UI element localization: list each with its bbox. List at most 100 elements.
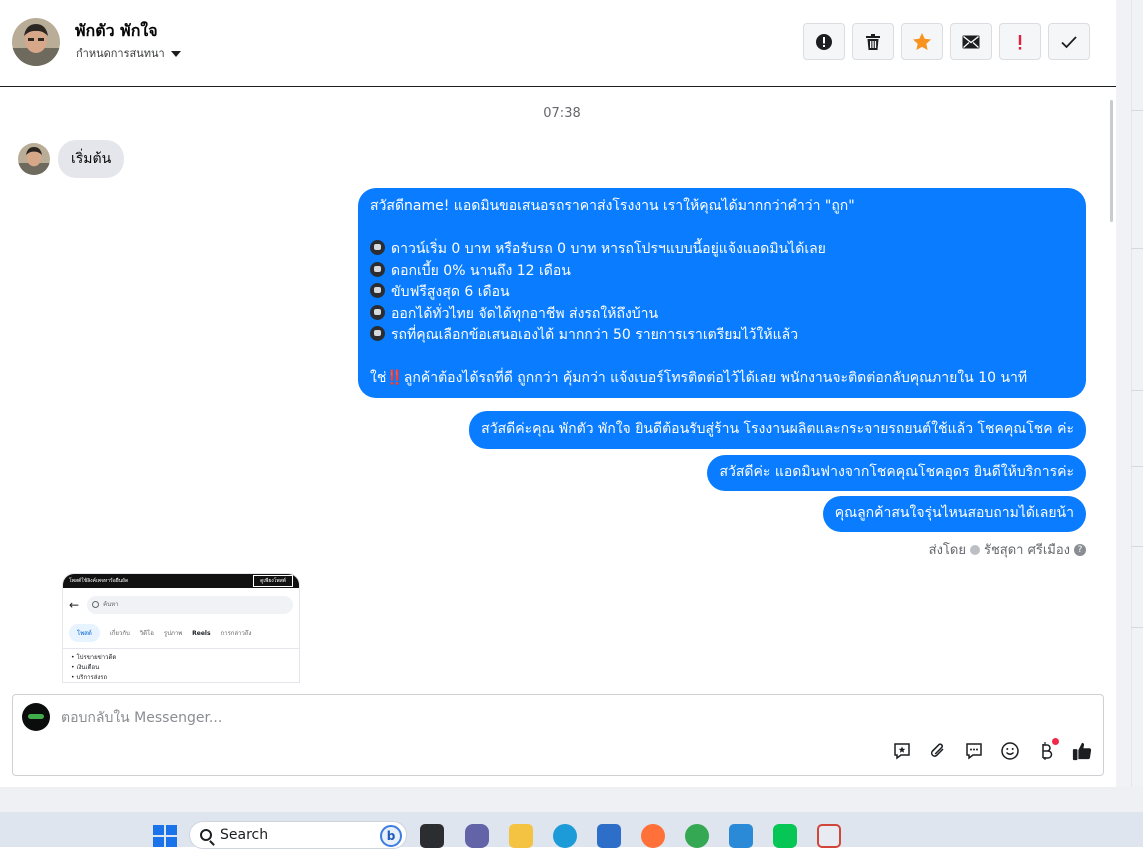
message-line-text: ลูกค้าต้องได้รถที่ดี ถูกกว่า คุ้มกว่า แจ… — [403, 370, 1028, 386]
message-line-text: ดอกเบี้ย 0% นานถึง 12 เดือน — [391, 262, 571, 279]
panel-divider — [1131, 110, 1143, 111]
delete-button[interactable] — [852, 23, 894, 60]
car-emoji-icon — [370, 261, 385, 277]
panel-divider — [1131, 0, 1132, 787]
mark-spam-button[interactable] — [803, 23, 845, 60]
conversation-label-dropdown[interactable]: กำหนดการสนทนา — [76, 44, 181, 62]
car-emoji-icon — [370, 304, 385, 320]
sent-status-icon — [969, 544, 980, 555]
attachment-list-item: • เงินเดือน — [71, 664, 100, 671]
sent-by-label: ส่งโดย รัชสุดา ศรีเมือง ? — [929, 539, 1086, 560]
star-icon — [913, 33, 931, 50]
attachment-topbar-text: โพสต์ใช้ลิงค์เพจหาร้อยืนยัด — [69, 578, 129, 584]
spam-icon — [816, 33, 832, 50]
store-icon[interactable] — [597, 824, 621, 848]
message-line: รถที่คุณเลือกข้อเสนอเองได้ มากกว่า 50 รา… — [370, 325, 1074, 347]
check-icon — [1061, 35, 1077, 48]
panel-divider — [1131, 627, 1143, 628]
sent-by-prefix: ส่งโดย — [928, 543, 966, 558]
explorer-icon[interactable] — [509, 824, 533, 848]
mark-done-button[interactable] — [1048, 23, 1090, 60]
teams-icon[interactable] — [465, 824, 489, 848]
bing-icon[interactable]: b — [380, 825, 402, 847]
messenger-window: พักตัว พักใจ กำหนดการสนทนา 07:38 เริ่มต้… — [0, 0, 1116, 787]
attachment-list-item: • บริการส่งรถ — [71, 674, 108, 681]
sent-by-name[interactable]: รัชสุดา ศรีเมือง — [984, 539, 1070, 560]
quick-reply-button[interactable] — [964, 741, 984, 761]
message-line-text: รถที่คุณเลือกข้อเสนอเองได้ มากกว่า 50 รา… — [391, 327, 799, 343]
message-line: สวัสดีname! แอดมินขอเสนอรถราคาส่งโรงงาน … — [370, 198, 855, 214]
panel-divider — [1131, 466, 1143, 467]
attach-icon — [930, 743, 944, 757]
emoji-button[interactable] — [1000, 741, 1020, 761]
star-button[interactable] — [901, 23, 943, 60]
received-message-row: เริ่มต้น — [18, 140, 125, 178]
panel-divider — [1131, 390, 1143, 391]
attachment-tab: รูปภาพ — [163, 630, 183, 637]
chrome-icon[interactable] — [685, 824, 709, 848]
double-exclamation-emoji: ‼️ — [386, 370, 404, 386]
sent-message-bubble[interactable]: คุณลูกค้าสนใจรุ่นไหนสอบถามได้เลยน้า — [822, 496, 1086, 532]
search-icon — [200, 829, 212, 841]
conversation-header: พักตัว พักใจ กำหนดการสนทนา — [0, 0, 1116, 87]
mail-icon — [962, 35, 980, 48]
payment-icon — [1042, 742, 1053, 760]
saved-reply-button[interactable] — [892, 741, 912, 761]
snipping-tool-icon[interactable] — [817, 824, 841, 848]
attachment-tab: Reels — [192, 629, 211, 637]
taskbar-search-label: Search — [220, 827, 269, 843]
like-icon — [1072, 742, 1092, 761]
reply-composer — [12, 694, 1104, 776]
attachment-search-box: ค้นหา — [87, 596, 293, 614]
page-avatar — [22, 703, 50, 731]
important-icon — [1018, 34, 1022, 50]
attachment-list-item: • โปรขายข่าวดีด — [71, 654, 117, 661]
attachment-tab: เกี่ยวกับ — [109, 630, 130, 637]
sent-message-bubble[interactable]: สวัสดีค่ะ แอดมินฟางจากโชคคุณโชคอุดร ยินด… — [707, 455, 1086, 491]
notepad-icon[interactable] — [729, 824, 753, 848]
car-emoji-icon — [370, 283, 385, 298]
right-panel-edge — [1116, 0, 1143, 787]
attachment-tabs: โพสต์ เกี่ยวกับ วิดีโอ รูปภาพ Reels การก… — [63, 622, 299, 648]
mark-important-button[interactable] — [999, 23, 1041, 60]
message-line-text: ขับฟรีสูงสุด 6 เดือน — [391, 284, 510, 300]
message-line: ดาวน์เริ่ม 0 บาท หรือรับรถ 0 บาท หารถโปร… — [370, 239, 1074, 261]
message-line: ดอกเบี้ย 0% นานถึง 12 เดือน — [370, 261, 1074, 283]
like-button[interactable] — [1072, 741, 1092, 761]
attach-file-button[interactable] — [928, 741, 948, 761]
message-thread[interactable]: 07:38 เริ่มต้น สวัสดีname! แอดมินขอเสนอร… — [0, 88, 1110, 693]
window-bottom-edge — [0, 787, 1143, 812]
message-line-text: ดาวน์เริ่ม 0 บาท หรือรับรถ 0 บาท หารถโปร… — [391, 241, 826, 257]
start-button[interactable] — [153, 825, 177, 847]
payment-button[interactable] — [1036, 738, 1059, 761]
reply-input[interactable] — [61, 707, 861, 729]
edge-icon[interactable] — [553, 824, 577, 848]
sender-avatar[interactable] — [18, 143, 50, 175]
line-icon[interactable] — [773, 824, 797, 848]
mark-unread-button[interactable] — [950, 23, 992, 60]
attachment-tab: การกล่าวถึง — [220, 630, 252, 637]
file-manager-icon[interactable] — [420, 824, 444, 848]
panel-divider — [1131, 248, 1143, 249]
sent-message-bubble[interactable]: สวัสดีname! แอดมินขอเสนอรถราคาส่งโรงงาน … — [358, 188, 1086, 398]
attachment-tab: วิดีโอ — [139, 630, 154, 637]
message-line: ขับฟรีสูงสุด 6 เดือน — [370, 282, 1074, 304]
conversation-toolbar — [803, 23, 1090, 60]
contact-avatar[interactable] — [12, 18, 60, 66]
attachment-topbar: โพสต์ใช้ลิงค์เพจหาร้อยืนยัด ดูเพียงโพสต์ — [63, 574, 299, 588]
contact-name[interactable]: พักตัว พักใจ — [75, 19, 158, 44]
help-icon[interactable]: ? — [1074, 543, 1086, 556]
taskbar-search[interactable]: Search b — [189, 821, 407, 849]
composer-actions — [892, 738, 1092, 761]
message-line-text: ออกได้ทั่วไทย จัดได้ทุกอาชีพ ส่งรถให้ถึง… — [391, 305, 659, 322]
firefox-icon[interactable] — [641, 824, 665, 848]
quick-reply-icon — [966, 743, 982, 760]
panel-divider — [1131, 546, 1143, 547]
image-attachment[interactable]: โพสต์ใช้ลิงค์เพจหาร้อยืนยัด ดูเพียงโพสต์… — [62, 573, 300, 683]
message-line-blank — [370, 347, 1074, 369]
thread-scrollbar[interactable] — [1110, 100, 1113, 222]
windows-taskbar: Search b — [0, 812, 1143, 849]
received-message-bubble[interactable]: เริ่มต้น — [58, 140, 125, 178]
sent-message-bubble[interactable]: สวัสดีค่ะคุณ พักตัว พักใจ ยินดีต้อนรับสู… — [469, 411, 1086, 449]
start-logo-tile — [166, 825, 177, 835]
